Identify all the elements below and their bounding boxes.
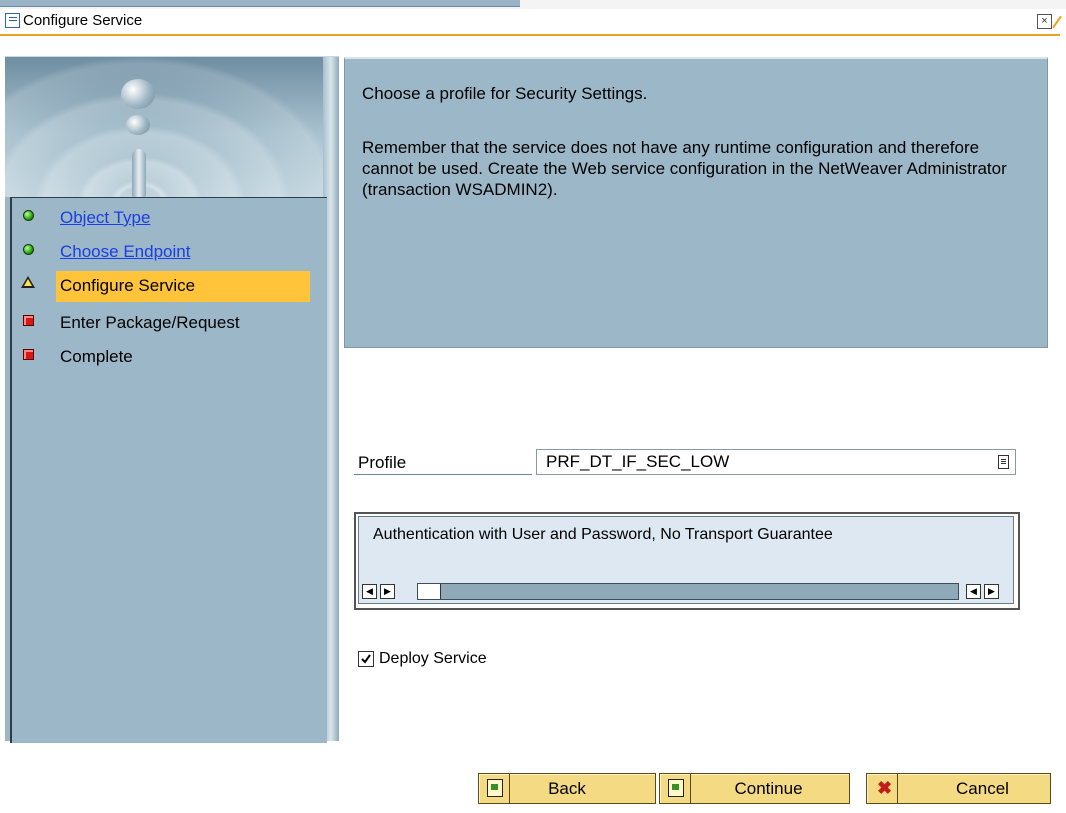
dialog-icon — [5, 13, 20, 28]
deploy-service-label: Deploy Service — [379, 650, 487, 667]
top-strip — [0, 0, 1066, 9]
back-button[interactable]: Back — [478, 773, 656, 804]
title-accent — [1052, 15, 1062, 29]
scroll-left-end-icon[interactable]: ◀ — [966, 584, 981, 599]
title-bar: Configure Service × — [0, 9, 1062, 36]
step-label: Configure Service — [56, 271, 310, 302]
continue-button[interactable]: Continue — [659, 773, 850, 804]
step-label[interactable]: Object Type — [60, 208, 150, 228]
scroll-right-icon[interactable]: ▶ — [380, 584, 395, 599]
checkmark-icon — [361, 654, 371, 664]
profile-value: PRF_DT_IF_SEC_LOW — [546, 452, 730, 471]
window-title: Configure Service — [23, 12, 143, 29]
profile-description: Authentication with User and Password, N… — [373, 526, 833, 543]
drop-splash-image — [132, 149, 146, 197]
status-green-icon — [23, 244, 34, 255]
step-configure-service: Configure Service — [12, 271, 312, 302]
profile-description-box: Authentication with User and Password, N… — [354, 512, 1020, 610]
scrollbar-thumb[interactable] — [418, 584, 441, 599]
step-object-type[interactable]: Object Type — [12, 203, 312, 233]
step-label: Complete — [60, 347, 133, 366]
wizard-sidebar: Object Type Choose Endpoint Configure Se… — [5, 56, 339, 743]
step-complete: Complete — [12, 342, 312, 372]
top-strip-bar — [0, 0, 520, 7]
profile-label: Profile — [358, 453, 407, 472]
step-list: Object Type Choose Endpoint Configure Se… — [10, 197, 327, 743]
info-line-1: Choose a profile for Security Settings. — [362, 84, 648, 103]
profile-description-field: Authentication with User and Password, N… — [358, 516, 1014, 604]
step-enter-package-request: Enter Package/Request — [12, 308, 312, 338]
scroll-right-end-icon[interactable]: ▶ — [984, 584, 999, 599]
info-line-2: Remember that the service does not have … — [362, 138, 1007, 199]
status-red-icon — [23, 349, 34, 360]
cancel-label: Cancel — [956, 779, 1009, 798]
status-red-icon — [23, 315, 34, 326]
warning-triangle-icon — [21, 276, 35, 288]
water-drop-image — [5, 57, 339, 197]
horizontal-scrollbar[interactable] — [417, 583, 959, 600]
drop-image — [121, 79, 155, 109]
value-help-icon[interactable] — [998, 455, 1009, 469]
info-panel: Choose a profile for Security Settings. … — [344, 57, 1048, 348]
profile-label-underline — [354, 474, 532, 475]
step-label[interactable]: Choose Endpoint — [60, 242, 190, 262]
cancel-button[interactable]: ✖ Cancel — [866, 773, 1051, 804]
step-choose-endpoint[interactable]: Choose Endpoint — [12, 237, 312, 267]
close-icon[interactable]: × — [1037, 14, 1052, 29]
continue-label: Continue — [734, 779, 803, 798]
back-label: Back — [548, 779, 586, 798]
step-label: Enter Package/Request — [60, 313, 240, 332]
scroll-left-icon[interactable]: ◀ — [362, 584, 377, 599]
drop-image — [126, 115, 150, 135]
profile-input[interactable]: PRF_DT_IF_SEC_LOW — [536, 449, 1016, 475]
status-green-icon — [23, 210, 34, 221]
deploy-service-checkbox[interactable] — [358, 651, 374, 667]
